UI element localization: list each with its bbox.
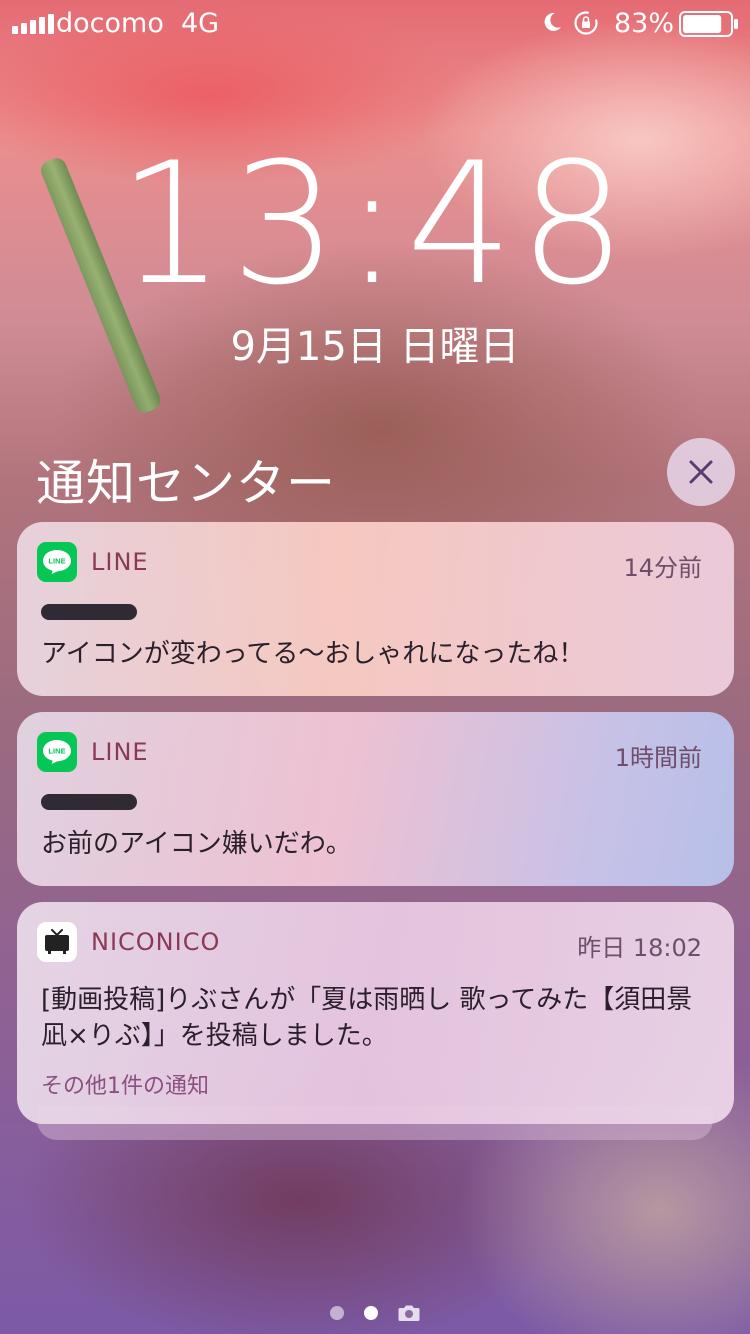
page-dot[interactable] xyxy=(330,1306,344,1320)
clear-notifications-button[interactable] xyxy=(667,438,735,506)
redacted-sender-name xyxy=(41,604,137,620)
page-dot-active[interactable] xyxy=(364,1306,378,1320)
notification-card-niconico[interactable]: NICONICO 昨日 18:02 [動画投稿]りぶさんが「夏は雨晒し 歌ってみ… xyxy=(17,902,734,1124)
network-type: 4G xyxy=(181,8,220,39)
signal-strength-icon xyxy=(12,14,54,34)
lock-screen-date: 9月15日 日曜日 xyxy=(230,324,520,370)
line-icon: LINE xyxy=(37,732,77,772)
redacted-sender-name xyxy=(41,794,137,810)
carrier-name: docomo xyxy=(56,8,164,39)
battery-percent: 83% xyxy=(614,8,675,39)
moon-icon xyxy=(544,12,561,31)
status-bar: docomo 4G 83% xyxy=(0,0,750,48)
close-icon xyxy=(689,460,713,484)
lock-screen-time: 13:48 xyxy=(117,126,633,322)
page-indicator[interactable] xyxy=(0,1304,750,1322)
line-logo-text: LINE xyxy=(48,747,65,756)
line-logo-icon: LINE xyxy=(43,550,71,574)
notification-body: お前のアイコン嫌いだわ。 xyxy=(41,829,352,859)
notification-app-name: NICONICO xyxy=(91,928,221,956)
notification-time: 昨日 18:02 xyxy=(577,934,702,962)
notification-body: [動画投稿]りぶさんが「夏は雨晒し 歌ってみた【須田景凪×りぶ】」を投稿しました… xyxy=(41,985,693,1051)
more-notifications-count[interactable]: その他1件の通知 xyxy=(41,1068,209,1100)
notification-time: 1時間前 xyxy=(614,744,702,772)
line-logo-icon: LINE xyxy=(43,740,71,764)
lock-rotation-icon xyxy=(574,11,598,35)
notification-center-title: 通知センター xyxy=(36,455,337,512)
notification-time: 14分前 xyxy=(623,554,702,582)
battery-icon xyxy=(679,11,738,37)
camera-icon[interactable] xyxy=(398,1304,420,1322)
tv-icon xyxy=(37,922,77,962)
notification-card-line-1[interactable]: LINE LINE 14分前 アイコンが変わってる〜おしゃれになったね！ xyxy=(17,522,734,696)
niconico-tv-icon xyxy=(45,929,69,954)
line-logo-text: LINE xyxy=(48,557,65,566)
notification-body: アイコンが変わってる〜おしゃれになったね！ xyxy=(41,639,585,669)
notification-app-name: LINE xyxy=(91,738,149,766)
line-icon: LINE xyxy=(37,542,77,582)
notification-app-name: LINE xyxy=(91,548,149,576)
notification-card-line-2[interactable]: LINE LINE 1時間前 お前のアイコン嫌いだわ。 xyxy=(17,712,734,886)
lock-screen: docomo 4G 83% 13:48 9月15日 日曜日 通知センター LIN… xyxy=(0,0,750,1334)
